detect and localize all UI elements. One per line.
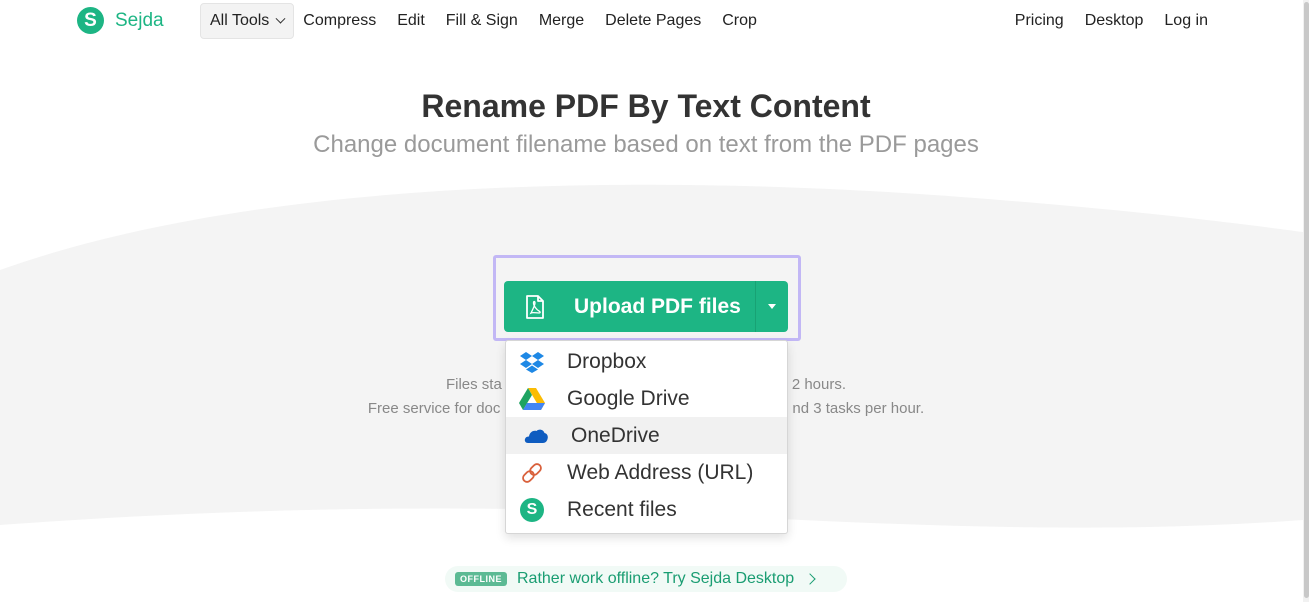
- info-line-2-right: nd 3 tasks per hour.: [792, 400, 925, 417]
- offline-promo-link[interactable]: OFFLINE Rather work offline? Try Sejda D…: [445, 566, 847, 592]
- brand-name: Sejda: [115, 9, 164, 31]
- menu-label-google-drive: Google Drive: [567, 386, 690, 410]
- nav-login[interactable]: Log in: [1164, 12, 1208, 30]
- main-nav: All Tools Compress Edit Fill & Sign Merg…: [200, 3, 757, 39]
- menu-label-web-address: Web Address (URL): [567, 460, 754, 484]
- offline-badge: OFFLINE: [455, 572, 507, 586]
- nav-delete-pages[interactable]: Delete Pages: [605, 12, 701, 30]
- menu-item-recent-files[interactable]: S Recent files: [506, 491, 787, 528]
- dropbox-icon: [519, 349, 545, 375]
- menu-label-onedrive: OneDrive: [571, 423, 660, 447]
- caret-down-icon: [768, 304, 776, 309]
- upload-label: Upload PDF files: [574, 294, 741, 318]
- all-tools-button[interactable]: All Tools: [200, 3, 295, 39]
- nav-fill-sign[interactable]: Fill & Sign: [446, 12, 518, 30]
- info-line-1-right: 2 hours.: [791, 376, 847, 393]
- sejda-logo-icon: S: [77, 7, 104, 34]
- menu-label-recent-files: Recent files: [567, 497, 677, 521]
- offline-promo-text: Rather work offline? Try Sejda Desktop: [517, 570, 795, 587]
- page-title: Rename PDF By Text Content: [421, 88, 871, 124]
- nav-pricing[interactable]: Pricing: [1015, 12, 1064, 30]
- menu-item-dropbox[interactable]: Dropbox: [506, 343, 787, 380]
- chevron-down-icon: [275, 13, 286, 24]
- nav-crop[interactable]: Crop: [722, 12, 757, 30]
- upload-pdf-button[interactable]: Upload PDF files: [504, 281, 755, 332]
- upload-source-menu: Dropbox Google Drive OneDrive Web Addres…: [505, 340, 788, 534]
- page-subtitle: Change document filename based on text f…: [313, 131, 979, 158]
- info-line-1-left: Files sta: [445, 376, 502, 393]
- google-drive-icon: [519, 386, 545, 412]
- page-scrollbar[interactable]: [1303, 0, 1309, 602]
- menu-item-onedrive[interactable]: OneDrive: [506, 417, 787, 454]
- sejda-icon-letter: S: [520, 497, 544, 522]
- sejda-icon: S: [519, 497, 545, 523]
- right-nav: Pricing Desktop Log in: [994, 3, 1208, 39]
- scrollbar-thumb[interactable]: [1304, 2, 1309, 598]
- nav-compress[interactable]: Compress: [303, 12, 376, 30]
- nav-desktop[interactable]: Desktop: [1085, 12, 1144, 30]
- sejda-logo[interactable]: S Sejda: [77, 7, 164, 34]
- link-icon: [519, 460, 545, 486]
- upload-options-toggle[interactable]: [755, 281, 788, 332]
- all-tools-label: All Tools: [210, 12, 270, 29]
- nav-merge[interactable]: Merge: [539, 12, 584, 30]
- menu-label-dropbox: Dropbox: [567, 349, 647, 373]
- top-header: S Sejda All Tools Compress Edit Fill & S…: [0, 0, 1309, 42]
- menu-item-google-drive[interactable]: Google Drive: [506, 380, 787, 417]
- onedrive-icon: [523, 423, 549, 449]
- pdf-file-icon: [526, 294, 544, 319]
- chevron-right-icon: [804, 573, 816, 585]
- nav-edit[interactable]: Edit: [397, 12, 425, 30]
- info-line-2-left: Free service for doc: [367, 400, 501, 417]
- menu-item-web-address[interactable]: Web Address (URL): [506, 454, 787, 491]
